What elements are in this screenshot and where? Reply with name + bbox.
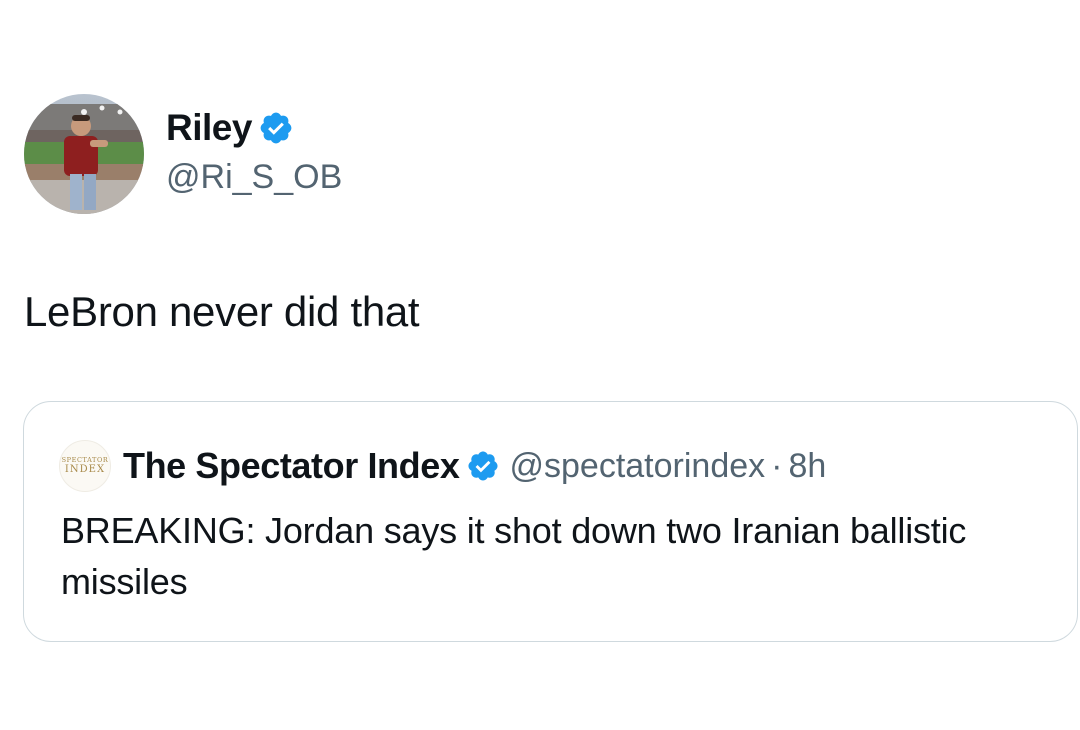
- quote-header: SPECTATOR INDEX The Spectator Index @spe…: [59, 440, 826, 492]
- tweet-text: LeBron never did that: [24, 288, 420, 335]
- quote-separator: ·: [771, 446, 783, 485]
- avatar-photo: [24, 94, 144, 214]
- quote-text: BREAKING: Jordan says it shot down two I…: [61, 510, 967, 602]
- author-names: Riley @Ri_S_OB: [166, 106, 342, 198]
- handle[interactable]: @Ri_S_OB: [166, 156, 342, 198]
- display-name[interactable]: Riley: [166, 106, 252, 150]
- quote-avatar: SPECTATOR INDEX: [59, 440, 111, 492]
- quote-avatar-line2: INDEX: [64, 463, 106, 475]
- quote-display-name: The Spectator Index: [123, 445, 460, 486]
- quote-card[interactable]: SPECTATOR INDEX The Spectator Index @spe…: [23, 401, 1078, 642]
- author-row: Riley @Ri_S_OB: [24, 94, 342, 214]
- name-line: Riley: [166, 106, 342, 150]
- verified-badge-icon: [468, 451, 499, 481]
- avatar[interactable]: [24, 94, 144, 214]
- quote-timestamp: 8h: [788, 446, 827, 485]
- quote-handle: @spectatorindex: [509, 446, 766, 485]
- quote-avatar-line1: SPECTATOR: [61, 456, 109, 465]
- tweet: Riley @Ri_S_OB LeBron never did that SPE…: [0, 0, 1080, 730]
- verified-badge-icon: [260, 112, 292, 144]
